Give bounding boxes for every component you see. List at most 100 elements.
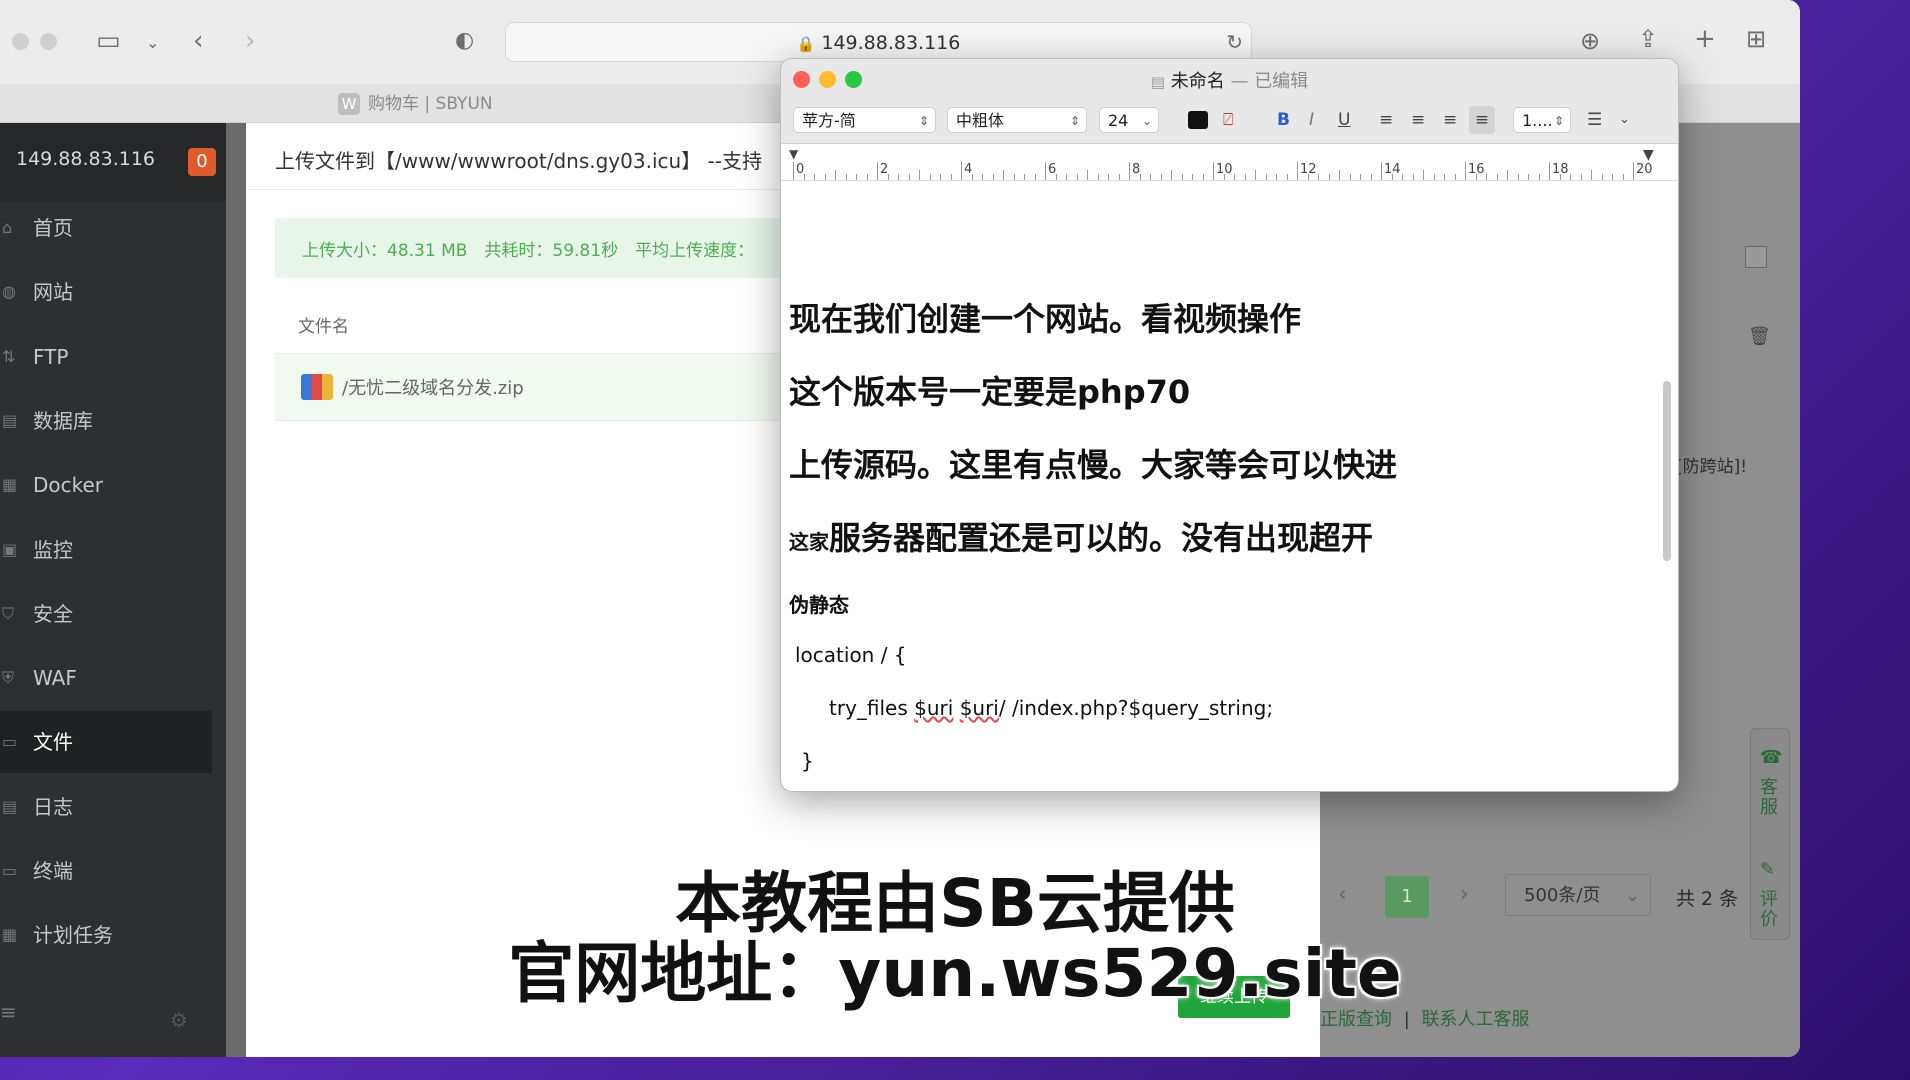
ruler-minor-tick xyxy=(1360,174,1361,180)
ruler-minor-tick xyxy=(1538,174,1540,180)
tab-overview-icon[interactable]: ⊞ xyxy=(1746,24,1766,54)
ruler-minor-tick xyxy=(1087,170,1088,180)
reload-icon[interactable]: ↻ xyxy=(1226,27,1243,57)
modal-title: 上传文件到【/www/wwwroot/dns.gy03.icu】 --支持 xyxy=(275,149,762,173)
ruler-minor-tick xyxy=(803,174,805,180)
ruler-minor-tick xyxy=(1234,174,1235,180)
ruler-minor-tick xyxy=(1328,174,1330,180)
ruler-minor-tick xyxy=(1244,174,1246,180)
zip-file-icon xyxy=(301,374,333,400)
sidebar-item-label: 安全 xyxy=(33,601,73,626)
background-text-fragment: [防跨站]! xyxy=(1676,457,1748,477)
download-icon[interactable]: ⊕ xyxy=(1580,26,1600,56)
sidebar-item[interactable]: ▣ 监控 xyxy=(0,519,212,581)
ruler-tick xyxy=(1381,162,1382,180)
ruler-minor-tick xyxy=(1622,174,1624,180)
sidebar-item-label: 文件 xyxy=(33,730,73,755)
bold-button[interactable]: B xyxy=(1277,106,1290,134)
ruler-minor-tick xyxy=(1412,174,1414,180)
window-close-button[interactable] xyxy=(12,33,29,50)
ruler-minor-tick xyxy=(1139,174,1141,180)
ruler-minor-tick xyxy=(950,174,952,180)
document-body[interactable]: 现在我们创建一个网站。看视频操作 这个版本号一定要是php70 上传源码。这里有… xyxy=(781,181,1661,773)
ruler-minor-tick xyxy=(1475,174,1477,180)
font-size-select[interactable]: 24 ⌄ xyxy=(1099,107,1159,133)
left-indent-marker-icon[interactable]: ▼ xyxy=(789,147,798,161)
sidebar-item[interactable]: ⌂ 首页 xyxy=(0,197,212,259)
new-tab-icon[interactable]: + xyxy=(1694,24,1716,54)
forward-icon[interactable]: › xyxy=(245,26,255,56)
waf-icon: ⛨ xyxy=(2,668,15,688)
align-left-icon[interactable]: ≡ xyxy=(1379,106,1393,134)
align-right-icon[interactable]: ≡ xyxy=(1443,106,1457,134)
trash-icon[interactable]: 🗑 xyxy=(1748,326,1771,347)
sidebar-item[interactable]: ▦ Docker xyxy=(0,454,212,516)
ruler-tick xyxy=(1465,162,1466,180)
font-style-select[interactable]: 中粗体 ⇕ xyxy=(947,107,1087,133)
text-color-swatch[interactable] xyxy=(1188,111,1208,129)
sidebar-item[interactable]: ▤ 数据库 xyxy=(0,390,212,452)
share-icon[interactable]: ⇪ xyxy=(1638,24,1658,54)
stepper-icon: ⇕ xyxy=(918,114,929,128)
ruler-minor-tick xyxy=(1370,174,1372,180)
ruler-minor-tick xyxy=(1076,174,1078,180)
align-justify-icon[interactable]: ≡ xyxy=(1469,106,1495,134)
ruler-minor-tick xyxy=(1276,174,1277,180)
ruler-minor-tick xyxy=(1192,174,1193,180)
code-line-2: try_files $uri $uri/ /index.php?$query_s… xyxy=(829,696,1274,720)
ruler-minor-tick xyxy=(835,170,836,180)
ruler-minor-tick xyxy=(1108,174,1109,180)
lock-icon: 🔒 xyxy=(796,35,816,53)
privacy-shield-icon[interactable]: ◐ xyxy=(455,26,474,56)
ruler-minor-tick xyxy=(1433,174,1435,180)
customer-service-button[interactable]: 客服 xyxy=(1760,778,1780,818)
highlight-color-icon[interactable]: ⍁ xyxy=(1223,106,1233,134)
doc-line-5: 伪静态 xyxy=(789,593,849,617)
sidebar-item[interactable]: ▭ 文件 xyxy=(0,711,212,774)
right-indent-marker-icon[interactable]: ▼ xyxy=(1643,147,1654,163)
sidebar-item[interactable]: ▤ 日志 xyxy=(0,776,212,838)
line-spacing-select[interactable]: 1.... ⇕ xyxy=(1513,107,1571,133)
sidebar-item[interactable]: ⇅ FTP xyxy=(0,326,212,388)
textedit-title: ▤ 未命名 — 已编辑 xyxy=(1150,71,1309,92)
chevron-down-icon[interactable]: ⌄ xyxy=(1619,106,1630,134)
list-icon[interactable]: ☰ xyxy=(1587,106,1602,134)
ruler-minor-tick xyxy=(1528,174,1529,180)
font-family-select[interactable]: 苹方-简 ⇕ xyxy=(793,107,936,133)
ruler-minor-tick xyxy=(814,174,815,180)
checkbox[interactable] xyxy=(1745,246,1767,268)
log-icon: ▤ xyxy=(2,796,18,816)
underline-button[interactable]: U xyxy=(1338,106,1350,134)
chevron-down-icon[interactable]: ⌄ xyxy=(146,28,159,58)
ruler-minor-tick xyxy=(1024,174,1025,180)
headset-icon[interactable]: ☎ xyxy=(1760,748,1782,768)
sidebar-item-label: FTP xyxy=(33,344,69,369)
scrollbar-thumb[interactable] xyxy=(1663,381,1671,561)
address-bar[interactable]: 🔒 149.88.83.116 ↻ xyxy=(505,22,1252,62)
ruler-minor-tick xyxy=(940,174,941,180)
sidebar-toggle-icon[interactable]: ▭ xyxy=(96,26,121,56)
notification-badge[interactable]: 0 xyxy=(188,148,216,176)
ruler[interactable]: 0 2 4 6 8 10 12 14 16 18 20 xyxy=(781,144,1678,181)
document-icon: ▤ xyxy=(1150,73,1165,91)
window-minimize-button[interactable] xyxy=(40,33,57,50)
ruler-minor-tick xyxy=(1181,174,1183,180)
home-icon: ⌂ xyxy=(2,218,13,237)
italic-button[interactable]: I xyxy=(1309,106,1314,134)
sidebar-item[interactable]: ⛉ 安全 xyxy=(0,583,212,645)
tab-favicon: W xyxy=(338,93,360,115)
sidebar-item[interactable]: ◍ 网站 xyxy=(0,261,212,323)
ruler-minor-tick xyxy=(992,174,994,180)
tab-active[interactable]: W 购物车 | SBYUN xyxy=(338,92,493,116)
ruler-minor-tick xyxy=(929,174,931,180)
column-header-filename: 文件名 xyxy=(298,317,349,337)
ruler-minor-tick xyxy=(1150,174,1151,180)
database-icon: ▤ xyxy=(2,410,18,430)
ruler-minor-tick xyxy=(1055,174,1057,180)
sidebar-item[interactable]: ⛨ WAF xyxy=(0,647,212,709)
back-icon[interactable]: ‹ xyxy=(193,26,203,56)
ruler-tick xyxy=(961,162,962,180)
ruler-minor-tick xyxy=(1496,174,1498,180)
align-center-icon[interactable]: ≡ xyxy=(1411,106,1425,134)
ruler-minor-tick xyxy=(1570,174,1571,180)
